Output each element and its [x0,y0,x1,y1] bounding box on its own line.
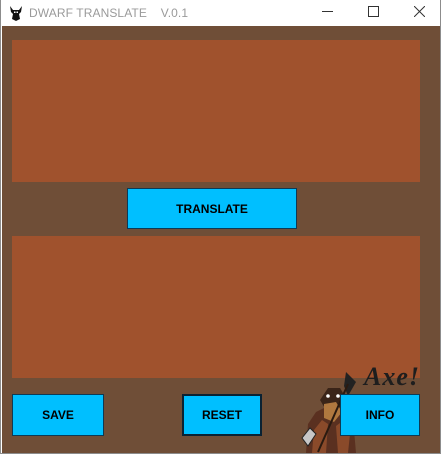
app-window: DWARF TRANSLATE V.0.1 TRANSLATE Axe! SAV… [0,0,441,454]
minimize-icon [321,4,333,22]
main-panel: TRANSLATE Axe! SAVE RESET INFO [2,26,440,453]
output-textbox[interactable] [12,236,420,378]
minimize-button[interactable] [304,0,350,26]
translate-button[interactable]: TRANSLATE [127,188,297,229]
window-title: DWARF TRANSLATE V.0.1 [29,6,189,20]
dwarf-head-icon [9,5,23,21]
input-textbox[interactable] [12,40,420,182]
close-icon [413,4,425,22]
maximize-button[interactable] [350,0,396,26]
close-button[interactable] [396,0,440,26]
title-bar[interactable]: DWARF TRANSLATE V.0.1 [1,0,440,26]
reset-button[interactable]: RESET [182,394,262,436]
maximize-icon [367,4,379,22]
mascot-caption: Axe! [364,362,420,391]
info-button[interactable]: INFO [340,394,420,436]
save-button[interactable]: SAVE [12,394,104,436]
